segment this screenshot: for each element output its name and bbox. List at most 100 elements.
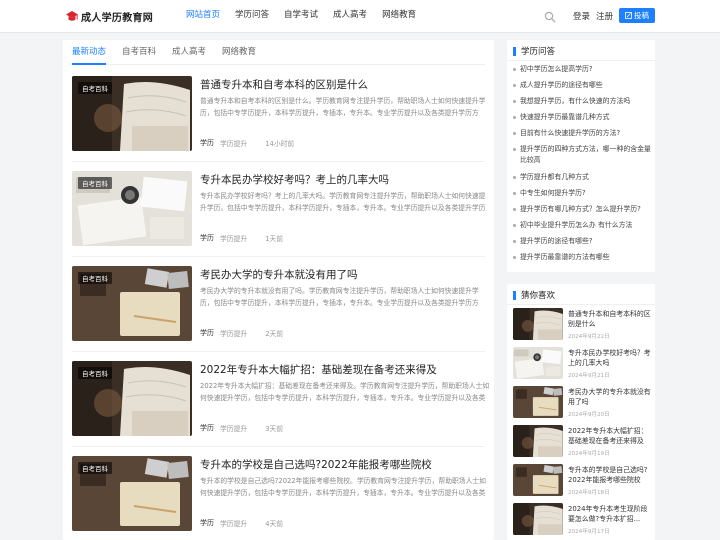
- qa-item[interactable]: 中专生如何提升学历?: [513, 188, 653, 199]
- article-excerpt: 考民办大学的专升本就没有用了吗。学历教育网专注提升学历，帮助职场人士如何快速提升…: [200, 287, 479, 307]
- recommend-image: [513, 308, 563, 340]
- qa-widget: 学历问答 初中学历怎么提高学历? 成人提升学历的途径有哪些 我想提升学历，有什么快速…: [507, 40, 655, 272]
- login-link[interactable]: 登录: [573, 10, 590, 22]
- qa-item[interactable]: 目前有什么快速提升学历的方法?: [513, 128, 653, 139]
- qa-item[interactable]: 提升学历最靠谱的方法有哪些: [513, 252, 653, 263]
- article-category[interactable]: 学历提升: [220, 518, 247, 528]
- nav-self-exam[interactable]: 自学考试: [284, 0, 318, 33]
- category-tabs: 最新动态 自考百科 成人高考 网络教育: [72, 40, 485, 65]
- article-thumbnail[interactable]: 自考百科: [72, 171, 192, 246]
- recommend-title[interactable]: 考民办大学的专升本就没有用了吗: [568, 387, 652, 407]
- recommend-thumbnail[interactable]: [513, 347, 563, 379]
- recommend-image: [513, 425, 563, 457]
- article-author[interactable]: 学历: [200, 518, 214, 528]
- article-title[interactable]: 普通专升本和自考本科的区别是什么: [200, 77, 368, 92]
- category-tag[interactable]: 自考百科: [78, 82, 112, 94]
- category-tag[interactable]: 自考百科: [78, 462, 112, 474]
- article-category[interactable]: 学历提升: [220, 233, 247, 243]
- article-category[interactable]: 学历提升: [220, 328, 247, 338]
- article-author[interactable]: 学历: [200, 233, 214, 243]
- recommend-title[interactable]: 2022年专升本大幅扩招：基础差现在备考还来得及: [568, 426, 652, 446]
- qa-item[interactable]: 初中学历怎么提高学历?: [513, 64, 653, 75]
- article-item[interactable]: 自考百科 专升本民办学校好考吗？考上的几率大吗专升本民办学校好考吗？考上的几率大吗…: [72, 171, 492, 266]
- qa-item-text: 学历提升都有几种方式: [520, 172, 589, 181]
- recommend-item[interactable]: 2022年专升本大幅扩招：基础差现在备考还来得及 2024年9月19日: [513, 425, 653, 457]
- tab-online-edu[interactable]: 网络教育: [222, 40, 256, 64]
- article-thumbnail[interactable]: 自考百科: [72, 76, 192, 151]
- recommend-item[interactable]: 普通专升本和自考本科的区别是什么 2024年9月22日: [513, 308, 653, 340]
- recommend-thumbnail[interactable]: [513, 425, 563, 457]
- qa-item[interactable]: 提升学历有哪几种方式？怎么提升学历?: [513, 204, 653, 215]
- qa-item-text: 目前有什么快速提升学历的方法?: [520, 129, 621, 138]
- recommend-title[interactable]: 专升本民办学校好考吗？考上的几率大吗: [568, 348, 652, 368]
- article-item[interactable]: 自考百科 普通专升本和自考本科的区别是什么普通专升本和自考本科的区别是什么。学历教…: [72, 76, 492, 171]
- qa-item[interactable]: 学历提升都有几种方式: [513, 172, 653, 183]
- category-tag[interactable]: 自考百科: [78, 367, 112, 379]
- nav-qa[interactable]: 学历问答: [235, 0, 269, 33]
- recommend-item[interactable]: 考民办大学的专升本就没有用了吗 2024年9月20日: [513, 386, 653, 418]
- article-item[interactable]: 自考百科 考民办大学的专升本就没有用了吗考民办大学的专升本就没有用了吗。学历教育网…: [72, 266, 492, 361]
- submit-label: 投稿: [634, 11, 649, 20]
- title-accent-bar: [513, 290, 516, 300]
- qa-list: 初中学历怎么提高学历? 成人提升学历的途径有哪些我想提升学历，有什么快速的方法吗快…: [513, 64, 653, 268]
- category-tag[interactable]: 自考百科: [78, 177, 112, 189]
- qa-item[interactable]: 提升学历的四种方式方法，哪一种的含金量比较高: [513, 144, 653, 166]
- qa-item[interactable]: 初中毕业提升学历怎么办 有什么方法: [513, 220, 653, 231]
- article-time: 14小时前: [265, 140, 295, 148]
- article-author[interactable]: 学历: [200, 138, 214, 148]
- recommend-title[interactable]: 普通专升本和自考本科的区别是什么: [568, 309, 652, 329]
- qa-item-text: 快速提升学历最靠谱几种方式: [520, 113, 610, 122]
- article-thumbnail[interactable]: 自考百科: [72, 456, 192, 531]
- search-icon[interactable]: [544, 11, 556, 23]
- article-category[interactable]: 学历提升: [220, 138, 247, 148]
- nav-online-edu[interactable]: 网络教育: [382, 0, 416, 33]
- nav-home[interactable]: 网站首页: [186, 0, 220, 33]
- article-excerpt: 专升本的学校是自己选吗?2022年能报考哪些院校。学历教育网专注提升学历，帮助职…: [200, 477, 486, 497]
- tab-latest[interactable]: 最新动态: [72, 40, 107, 65]
- recommend-thumbnail[interactable]: [513, 308, 563, 340]
- article-excerpt: 普通专升本和自考本科的区别是什么。学历教育网专注提升学历，帮助职场人士如何快速提…: [200, 97, 486, 117]
- article-title[interactable]: 专升本的学校是自己选吗?2022年能报考哪些院校: [200, 457, 432, 472]
- article-time: 4天前: [265, 520, 284, 528]
- article-item[interactable]: 自考百科 专升本的学校是自己选吗?2022年能报考哪些院校专升本的学校是自己选吗?…: [72, 456, 492, 540]
- recommend-thumbnail[interactable]: [513, 386, 563, 418]
- qa-item-text: 我想提升学历，有什么快速的方法吗: [520, 97, 631, 106]
- qa-item[interactable]: 快速提升学历最靠谱几种方式: [513, 112, 653, 123]
- recommend-title[interactable]: 2024年专升本考生现阶段要怎么做?专升本扩招...: [568, 504, 652, 524]
- bullet-dot: [513, 207, 516, 211]
- article-title[interactable]: 专升本民办学校好考吗？考上的几率大吗: [200, 172, 389, 187]
- article-thumbnail[interactable]: 自考百科: [72, 266, 192, 341]
- recommend-thumbnail[interactable]: [513, 464, 563, 496]
- recommend-date: 2024年9月18日: [568, 490, 610, 496]
- graduation-cap-icon: [66, 11, 78, 21]
- tab-adult-exam[interactable]: 成人高考: [172, 40, 206, 64]
- article-author[interactable]: 学历: [200, 328, 214, 338]
- recommend-thumbnail[interactable]: [513, 503, 563, 535]
- register-link[interactable]: 注册: [596, 10, 613, 22]
- article-title[interactable]: 2022年专升本大幅扩招：基础差现在备考还来得及: [200, 362, 437, 377]
- nav-adult-exam[interactable]: 成人高考: [333, 0, 367, 33]
- qa-item[interactable]: 成人提升学历的途径有哪些: [513, 80, 653, 91]
- site-logo[interactable]: 成人学历教育网: [66, 9, 153, 24]
- article-category[interactable]: 学历提升: [220, 423, 247, 433]
- category-tag[interactable]: 自考百科: [78, 272, 112, 284]
- recommend-image: [513, 347, 563, 379]
- article-title[interactable]: 考民办大学的专升本就没有用了吗: [200, 267, 358, 282]
- tab-self-exam-wiki[interactable]: 自考百科: [122, 40, 156, 64]
- article-meta: 学历 学历提升 14小时前: [200, 138, 294, 148]
- recommend-item[interactable]: 2024年专升本考生现阶段要怎么做?专升本扩招... 2024年9月17日: [513, 503, 653, 535]
- qa-item[interactable]: 提升学历的途径有哪些?: [513, 236, 653, 247]
- recommend-item[interactable]: 专升本的学校是自己选吗?2022年能报考哪些院校 2024年9月18日: [513, 464, 653, 496]
- article-author[interactable]: 学历: [200, 423, 214, 433]
- article-item[interactable]: 自考百科 2022年专升本大幅扩招：基础差现在备考还来得及 2022年专升本大幅扩招…: [72, 361, 492, 456]
- recommend-title[interactable]: 专升本的学校是自己选吗?2022年能报考哪些院校: [568, 465, 652, 485]
- qa-item[interactable]: 我想提升学历，有什么快速的方法吗: [513, 96, 653, 107]
- recommend-item[interactable]: 专升本民办学校好考吗？考上的几率大吗 2024年9月21日: [513, 347, 653, 379]
- article-thumbnail[interactable]: 自考百科: [72, 361, 192, 436]
- site-name: 成人学历教育网: [81, 13, 154, 24]
- qa-item-text: 初中毕业提升学历怎么办 有什么方法: [520, 220, 633, 229]
- submit-article-button[interactable]: 投稿: [619, 8, 655, 23]
- article-time: 2天前: [265, 330, 284, 338]
- divider: [72, 256, 485, 257]
- article-excerpt: 专升本民办学校好考吗？考上的几率大吗。学历教育网专注提升学历，帮助职场人士如何快…: [200, 192, 486, 212]
